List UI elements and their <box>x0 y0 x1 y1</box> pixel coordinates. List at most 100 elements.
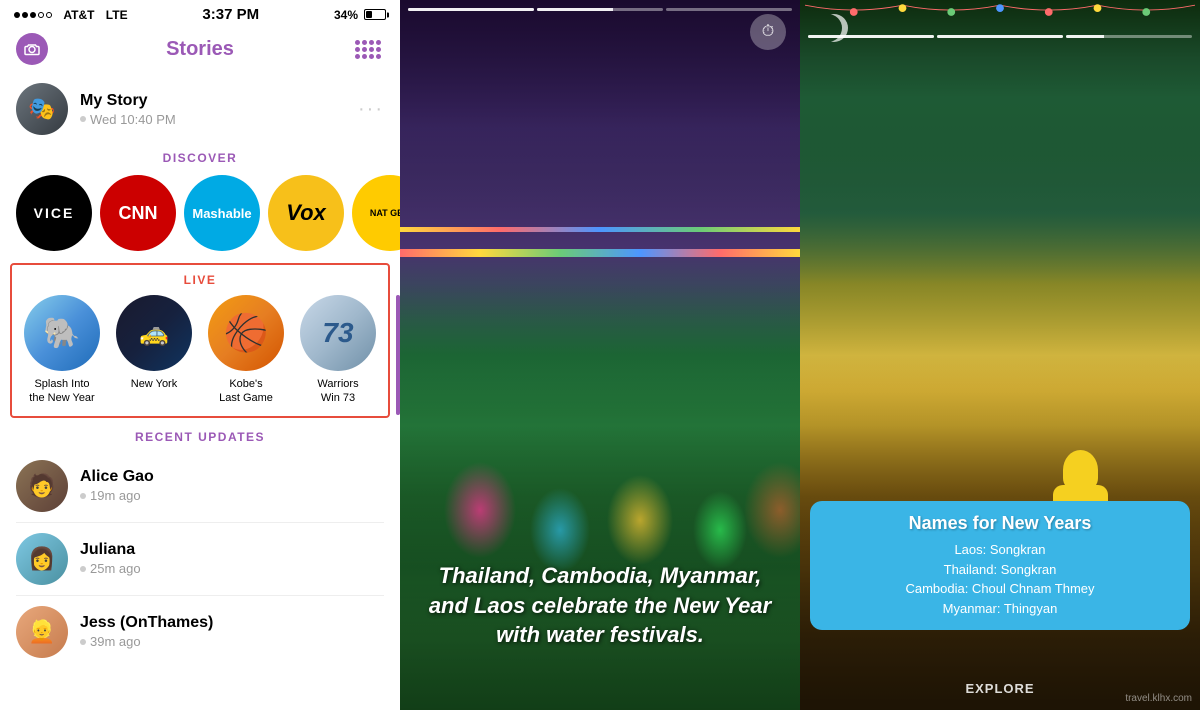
live-label: LIVE <box>20 269 380 295</box>
juliana-time: 25m ago <box>80 561 141 576</box>
discover-natgeo[interactable]: NAT GEO <box>352 175 400 251</box>
live-item-kobe[interactable]: 🏀 Kobe's Last Game <box>204 295 288 406</box>
my-story-row[interactable]: 🎭 My Story Wed 10:40 PM ··· <box>0 75 400 143</box>
timer-icon[interactable]: ⏱ <box>750 14 786 50</box>
time-display: 3:37 PM <box>202 6 259 23</box>
juliana-avatar: 👩 <box>16 533 68 585</box>
info-body: Laos: Songkran Thailand: Songkran Cambod… <box>826 540 1174 618</box>
time-seg-2 <box>537 8 663 11</box>
natgeo-label: NAT GEO <box>370 208 400 218</box>
right-time-seg-1-fill <box>808 35 934 38</box>
watermark: travel.klhx.com <box>1125 693 1192 704</box>
carrier-label: AT&T <box>63 8 94 22</box>
jess-name: Jess (OnThames) <box>80 614 213 632</box>
juliana-name: Juliana <box>80 541 141 559</box>
right-time-segments <box>808 35 1192 38</box>
camera-icon[interactable] <box>16 33 48 65</box>
splash-bg: 🐘 <box>24 295 100 371</box>
splash-circle: 🐘 <box>24 295 100 371</box>
time-dot <box>80 116 86 122</box>
warriors-label: Warriors Win 73 <box>317 377 358 406</box>
info-item-2: Thailand: Songkran <box>826 560 1174 580</box>
alice-time: 19m ago <box>80 488 154 503</box>
live-section: LIVE 🐘 Splash Into the New Year 🚕 <box>10 263 390 418</box>
discover-vice[interactable]: VICE <box>16 175 92 251</box>
kobe-label: Kobe's Last Game <box>219 377 273 406</box>
signal-dot-2 <box>22 12 28 18</box>
time-seg-3 <box>666 8 792 11</box>
juliana-info: Juliana 25m ago <box>80 541 141 576</box>
discover-vox[interactable]: Vox <box>268 175 344 251</box>
nyc-bg: 🚕 <box>116 295 192 371</box>
network-label: LTE <box>106 8 128 22</box>
right-panel[interactable]: Names for New Years Laos: Songkran Thail… <box>800 0 1200 710</box>
snap-grid-icon[interactable] <box>352 33 384 65</box>
signal-dots <box>14 12 52 18</box>
alice-info: Alice Gao 19m ago <box>80 468 154 503</box>
my-story-time: Wed 10:40 PM <box>80 112 346 127</box>
alice-name: Alice Gao <box>80 468 154 486</box>
discover-row: VICE CNN Mashable Vox NAT GEO <box>0 171 400 263</box>
live-item-splash[interactable]: 🐘 Splash Into the New Year <box>20 295 104 406</box>
vice-label: VICE <box>34 205 75 221</box>
explore-label[interactable]: EXPLORE <box>965 681 1034 696</box>
recent-updates-label: RECENT UPDATES <box>0 418 400 450</box>
jess-time-dot <box>80 639 86 645</box>
left-panel: AT&T LTE 3:37 PM 34% Stories <box>0 0 400 710</box>
lights-svg <box>805 0 1195 25</box>
jess-time: 39m ago <box>80 634 213 649</box>
battery-percent: 34% <box>334 8 358 22</box>
right-time-seg-2 <box>937 35 1063 38</box>
cnn-label: CNN <box>119 203 158 224</box>
elephant-icon: 🐘 <box>43 316 80 351</box>
recent-item-alice[interactable]: 🧑 Alice Gao 19m ago <box>0 450 400 522</box>
stage-decoration <box>400 0 800 320</box>
app-title: Stories <box>166 38 234 61</box>
warriors-circle: 73 <box>300 295 376 371</box>
decoration-bar-2 <box>400 227 800 232</box>
newyork-circle: 🚕 <box>116 295 192 371</box>
battery-icon <box>364 9 386 20</box>
banana-head <box>1063 450 1098 490</box>
newyork-label: New York <box>131 377 177 391</box>
taxi-icon: 🚕 <box>139 319 169 348</box>
kobe-circle: 🏀 <box>208 295 284 371</box>
status-left: AT&T LTE <box>14 8 128 22</box>
more-dots-icon[interactable]: ··· <box>358 99 384 119</box>
dot-grid <box>355 40 381 59</box>
info-item-4: Myanmar: Thingyan <box>826 599 1174 619</box>
discover-cnn[interactable]: CNN <box>100 175 176 251</box>
recent-item-jess[interactable]: 👱 Jess (OnThames) 39m ago <box>0 596 400 668</box>
info-title: Names for New Years <box>826 513 1174 534</box>
my-story-timestamp: Wed 10:40 PM <box>90 112 176 127</box>
status-bar: AT&T LTE 3:37 PM 34% <box>0 0 400 27</box>
my-story-name: My Story <box>80 92 346 110</box>
warriors-bg: 73 <box>300 295 376 371</box>
kobe-silhouette: 🏀 <box>224 312 269 354</box>
middle-caption: Thailand, Cambodia, Myanmar, and Laos ce… <box>400 561 800 650</box>
jess-avatar: 👱 <box>16 606 68 658</box>
middle-panel[interactable]: ⏱ Thailand, Cambodia, Myanmar, and Laos … <box>400 0 800 710</box>
live-item-newyork[interactable]: 🚕 New York <box>112 295 196 406</box>
my-story-avatar: 🎭 <box>16 83 68 135</box>
live-item-warriors[interactable]: 73 Warriors Win 73 <box>296 295 380 406</box>
alice-avatar: 🧑 <box>16 460 68 512</box>
discover-mashable[interactable]: Mashable <box>184 175 260 251</box>
right-time-seg-3-fill <box>1066 35 1104 38</box>
right-time-seg-1 <box>808 35 934 38</box>
vox-label: Vox <box>286 200 326 226</box>
signal-dot-4 <box>38 12 44 18</box>
jess-info: Jess (OnThames) 39m ago <box>80 614 213 649</box>
time-seg-2-fill <box>537 8 613 11</box>
status-right: 34% <box>334 8 386 22</box>
recent-item-juliana[interactable]: 👩 Juliana 25m ago <box>0 523 400 595</box>
live-row: 🐘 Splash Into the New Year 🚕 New York <box>20 295 380 406</box>
time-segments <box>408 8 792 11</box>
mashable-label: Mashable <box>192 206 251 221</box>
discover-label: DISCOVER <box>0 143 400 171</box>
signal-dot-5 <box>46 12 52 18</box>
time-seg-1-fill <box>408 8 534 11</box>
signal-dot-3 <box>30 12 36 18</box>
right-time-seg-2-fill <box>937 35 1063 38</box>
alice-time-dot <box>80 493 86 499</box>
